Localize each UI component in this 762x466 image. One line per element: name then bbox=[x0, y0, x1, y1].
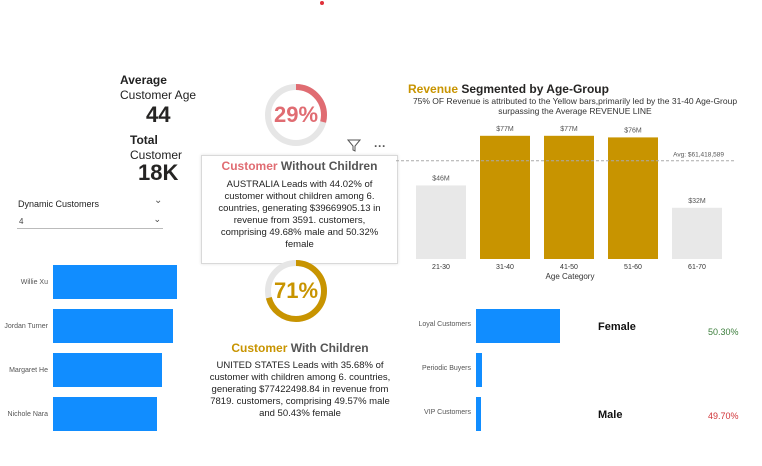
slicer-value: 4 bbox=[19, 217, 24, 226]
revenue-category-label: 21-30 bbox=[432, 264, 450, 271]
segment-label: Periodic Buyers bbox=[421, 365, 471, 372]
revenue-category-label: 31-40 bbox=[496, 264, 514, 271]
female-percent: 50.30% bbox=[708, 327, 739, 337]
revenue-value-label: $77M bbox=[496, 126, 514, 133]
chevron-down-icon[interactable]: ⌄ bbox=[154, 195, 162, 206]
slicer-label: Dynamic Customers bbox=[18, 199, 100, 209]
subtitle-line-1: 75% OF Revenue is attributed to the Yell… bbox=[412, 96, 738, 106]
male-percent: 49.70% bbox=[708, 411, 739, 421]
customer-name-label: Willie Xu bbox=[20, 279, 48, 286]
donut-without-children-percent: 29% bbox=[273, 102, 319, 127]
with-children-title: Customer With Children bbox=[205, 341, 395, 355]
customer-bar[interactable] bbox=[53, 309, 174, 343]
total-customer-title: Total bbox=[130, 133, 158, 147]
total-customer-value: 18K bbox=[138, 160, 179, 185]
title-rest: With Children bbox=[287, 341, 369, 355]
title-rest: Segmented by Age-Group bbox=[458, 82, 609, 96]
segment-label: Loyal Customers bbox=[418, 321, 471, 328]
customer-name-label: Margaret He bbox=[9, 367, 48, 374]
average-line-label: Avg: $61,418,589 bbox=[673, 152, 724, 159]
revenue-bar-61-70[interactable] bbox=[672, 207, 722, 259]
without-children-body: AUSTRALIA Leads with 44.02% of customer … bbox=[218, 179, 381, 250]
revenue-chart-subtitle: 75% OF Revenue is attributed to the Yell… bbox=[400, 96, 750, 116]
revenue-value-label: $32M bbox=[688, 198, 706, 205]
revenue-category-label: 61-70 bbox=[688, 264, 706, 271]
title-highlight: Customer bbox=[231, 341, 288, 355]
avg-age-subtitle: Customer Age bbox=[120, 88, 197, 102]
segment-bar[interactable] bbox=[476, 353, 482, 387]
customer-name-label: Nichole Nara bbox=[7, 411, 48, 418]
avg-age-value: 44 bbox=[146, 102, 171, 127]
title-highlight: Revenue bbox=[408, 82, 459, 96]
revenue-bar-51-60[interactable] bbox=[608, 137, 658, 259]
customer-bar[interactable] bbox=[53, 397, 158, 431]
without-children-card: Customer Without Children AUSTRALIA Lead… bbox=[201, 155, 398, 264]
dropdown-chevron-icon: ⌄ bbox=[153, 214, 161, 224]
revenue-category-label: 41-50 bbox=[560, 264, 578, 271]
donut-with-children-percent: 71% bbox=[273, 278, 319, 303]
customer-bar[interactable] bbox=[53, 353, 163, 387]
customer-name-label: Jordan Turner bbox=[4, 323, 48, 330]
revenue-xlabel: Age Category bbox=[545, 272, 595, 281]
segment-bar[interactable] bbox=[476, 309, 560, 343]
female-label: Female bbox=[598, 321, 636, 333]
revenue-bar-21-30[interactable] bbox=[416, 185, 466, 259]
more-options-icon[interactable]: ··· bbox=[374, 139, 386, 153]
revenue-bar-41-50[interactable] bbox=[544, 135, 594, 259]
revenue-bar-31-40[interactable] bbox=[480, 135, 530, 259]
segment-label: VIP Customers bbox=[424, 409, 471, 416]
avg-age-title: Average bbox=[120, 73, 167, 87]
indicator-dot bbox=[320, 1, 324, 5]
revenue-value-label: $76M bbox=[624, 127, 642, 134]
segment-bar[interactable] bbox=[476, 397, 481, 431]
with-children-body: UNITED STATES Leads with 35.68% of custo… bbox=[209, 360, 391, 419]
revenue-value-label: $77M bbox=[560, 126, 578, 133]
male-label: Male bbox=[598, 409, 623, 421]
revenue-chart-title: Revenue Segmented by Age-Group bbox=[408, 82, 609, 96]
title-rest: Without Children bbox=[277, 159, 378, 173]
subtitle-line-2: surpassing the Average REVENUE LINE bbox=[498, 106, 652, 116]
revenue-bar-chart: $46M 21-30 $77M 31-40 $77M 41-50 $76M 51-60 $32M… bbox=[396, 126, 736, 271]
revenue-category-label: 51-60 bbox=[624, 264, 642, 271]
title-highlight: Customer bbox=[221, 159, 278, 173]
without-children-title: Customer Without Children bbox=[202, 159, 397, 173]
customer-bar[interactable] bbox=[53, 265, 177, 299]
revenue-value-label: $46M bbox=[432, 175, 450, 182]
slicer-dropdown[interactable]: 4 ⌄ bbox=[17, 214, 163, 229]
